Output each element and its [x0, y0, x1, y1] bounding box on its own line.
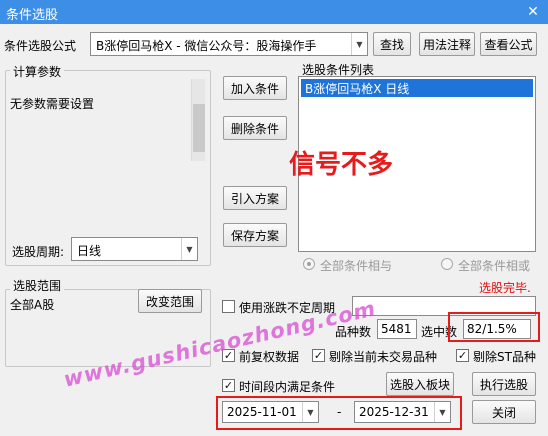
add-condition-button[interactable]: 加入条件 [223, 76, 287, 100]
params-message: 无参数需要设置 [10, 97, 95, 111]
import-plan-button[interactable]: 引入方案 [223, 186, 287, 210]
range-group-label: 选股范围 [10, 277, 65, 294]
uncertain-period-checkbox[interactable] [222, 300, 235, 313]
count-value: 5481 [381, 322, 412, 336]
dialog-body: 条件选股公式 B涨停回马枪X - 微信公众号：股海操作手 ▼ 查找 用法注释 查… [0, 24, 548, 436]
radio-and-label: 全部条件相与 [320, 259, 393, 273]
chevron-down-icon[interactable]: ▼ [351, 33, 367, 55]
save-plan-button[interactable]: 保存方案 [223, 223, 287, 247]
params-scrollbar[interactable] [191, 79, 205, 161]
change-range-button[interactable]: 改变范围 [138, 289, 202, 313]
radio-and[interactable] [303, 258, 315, 270]
formula-label: 条件选股公式 [4, 39, 77, 53]
window-title: 条件选股 [6, 8, 59, 23]
usage-button[interactable]: 用法注释 [419, 32, 475, 56]
count-field: 5481 [377, 319, 417, 339]
list-item-label: B涨停回马枪X 日线 [305, 82, 410, 96]
formula-selected: B涨停回马枪X - 微信公众号：股海操作手 [96, 39, 317, 53]
exclude-st-checkbox[interactable]: ✓ [456, 349, 469, 362]
params-group-label: 计算参数 [10, 63, 65, 80]
formula-combobox[interactable]: B涨停回马枪X - 微信公众号：股海操作手 ▼ [90, 32, 368, 56]
date-highlight-box [216, 396, 462, 430]
execute-button[interactable]: 执行选股 [472, 372, 536, 396]
scroll-thumb[interactable] [193, 104, 205, 152]
overlay-text: 信号不多 [289, 150, 394, 180]
exclude-untraded-label: 剔除当前未交易品种 [329, 350, 438, 364]
period-value: 日线 [77, 244, 102, 258]
highlight-box [448, 312, 540, 342]
find-button[interactable]: 查找 [373, 32, 411, 56]
exclude-st-label: 剔除ST品种 [473, 350, 536, 364]
list-item[interactable]: B涨停回马枪X 日线 [301, 79, 533, 97]
time-range-checkbox[interactable]: ✓ [222, 379, 235, 392]
radio-or-label: 全部条件相或 [458, 259, 531, 273]
range-value: 全部A股 [10, 298, 55, 312]
view-formula-button[interactable]: 查看公式 [480, 32, 537, 56]
time-range-label: 时间段内满足条件 [239, 380, 336, 394]
add-to-block-button[interactable]: 选股入板块 [386, 372, 454, 396]
close-icon[interactable]: ✕ [524, 3, 542, 21]
chevron-down-icon[interactable]: ▼ [181, 238, 197, 260]
period-combobox[interactable]: 日线 ▼ [71, 237, 198, 261]
close-button[interactable]: 关闭 [472, 400, 536, 424]
forward-adj-label: 前复权数据 [239, 350, 300, 364]
title-bar: 条件选股 ✕ [0, 0, 548, 24]
delete-condition-button[interactable]: 删除条件 [223, 116, 287, 140]
period-label: 选股周期: [12, 245, 65, 259]
exclude-untraded-checkbox[interactable]: ✓ [312, 349, 325, 362]
status-text: 选股完毕. [479, 281, 531, 295]
radio-or[interactable] [441, 258, 453, 270]
